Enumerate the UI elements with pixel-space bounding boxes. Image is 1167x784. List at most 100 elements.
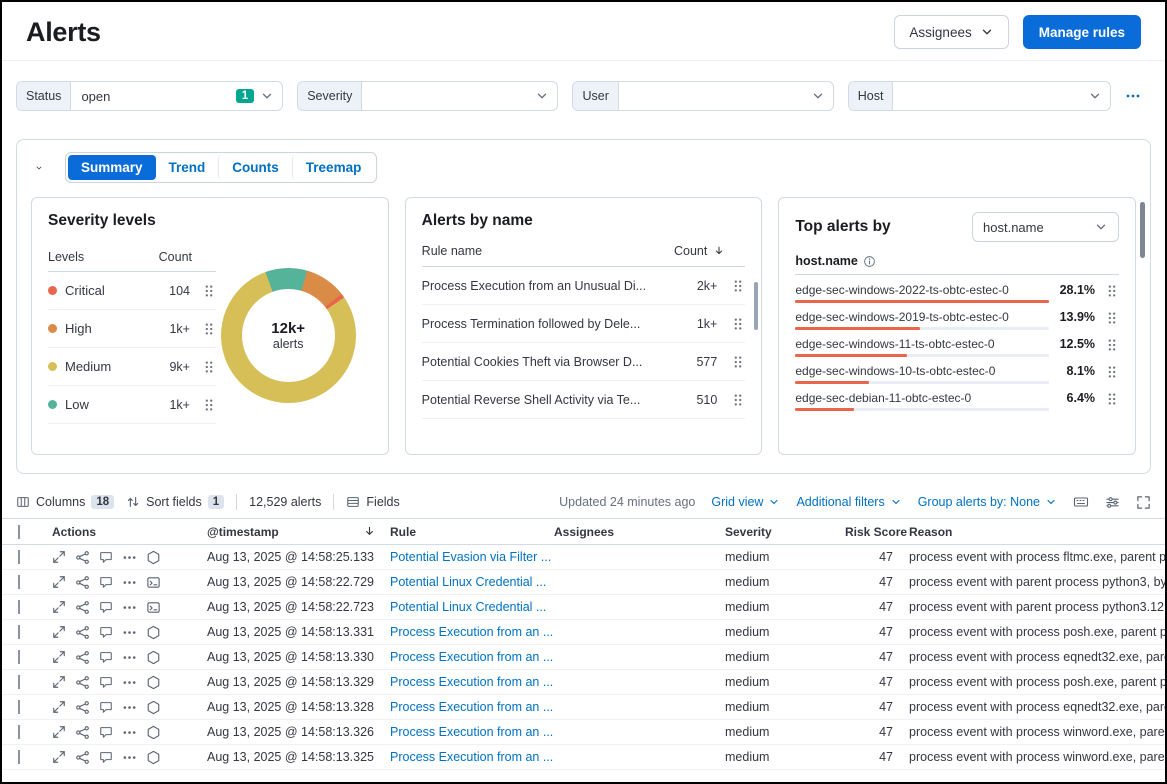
row-checkbox[interactable] (18, 725, 20, 739)
status-filter[interactable]: Status open 1 (16, 81, 283, 111)
fullscreen-button[interactable] (1136, 495, 1151, 510)
session-view-icon[interactable] (146, 600, 161, 615)
investigate-timeline-icon[interactable] (99, 625, 113, 639)
investigate-timeline-icon[interactable] (99, 600, 113, 614)
assignees-button[interactable]: Assignees (894, 15, 1008, 49)
tab-trend[interactable]: Trend (156, 155, 219, 180)
header-severity[interactable]: Severity (725, 525, 845, 539)
alert-rule-link[interactable]: Process Execution from an ... (390, 700, 553, 714)
alert-reason-shield-icon[interactable] (146, 750, 161, 765)
row-actions-kebab-icon[interactable] (202, 398, 216, 412)
analyze-event-icon[interactable] (75, 675, 90, 690)
row-actions-kebab-icon[interactable] (1105, 392, 1119, 406)
row-actions-kebab-icon[interactable] (1105, 284, 1119, 298)
row-actions-kebab-icon[interactable] (202, 322, 216, 336)
alert-rule-link[interactable]: Process Execution from an ... (390, 650, 553, 664)
header-reason[interactable]: Reason (909, 525, 1165, 539)
investigate-timeline-icon[interactable] (99, 575, 113, 589)
user-filter[interactable]: User (572, 81, 833, 111)
alert-reason-shield-icon[interactable] (146, 725, 161, 740)
row-checkbox[interactable] (18, 625, 20, 639)
alert-rule-link[interactable]: Process Execution from an ... (390, 725, 553, 739)
row-checkbox[interactable] (18, 650, 20, 664)
alert-reason-shield-icon[interactable] (146, 650, 161, 665)
alert-rule-link[interactable]: Process Execution from an ... (390, 750, 553, 764)
row-actions-kebab-icon[interactable] (731, 317, 745, 331)
alert-rule-link[interactable]: Potential Linux Credential ... (390, 575, 546, 589)
keyboard-shortcuts-button[interactable] (1073, 494, 1089, 510)
investigate-timeline-icon[interactable] (99, 650, 113, 664)
investigate-timeline-icon[interactable] (99, 675, 113, 689)
more-actions-icon[interactable] (122, 625, 137, 640)
analyze-event-icon[interactable] (75, 700, 90, 715)
expand-alert-icon[interactable] (52, 600, 66, 614)
row-checkbox[interactable] (18, 575, 20, 589)
alert-reason-shield-icon[interactable] (146, 675, 161, 690)
header-timestamp[interactable]: @timestamp (207, 525, 390, 539)
more-actions-icon[interactable] (122, 725, 137, 740)
expand-alert-icon[interactable] (52, 550, 66, 564)
host-filter[interactable]: Host (848, 81, 1111, 111)
alert-rule-link[interactable]: Potential Linux Credential ... (390, 600, 546, 614)
analyze-event-icon[interactable] (75, 750, 90, 765)
row-actions-kebab-icon[interactable] (731, 393, 745, 407)
tab-summary[interactable]: Summary (68, 155, 156, 180)
more-actions-icon[interactable] (122, 650, 137, 665)
top-alerts-field-select[interactable]: host.name (972, 212, 1119, 242)
severity-filter[interactable]: Severity (297, 81, 558, 111)
collapse-charts-chevron-icon[interactable] (31, 160, 47, 176)
analyze-event-icon[interactable] (75, 650, 90, 665)
alert-rule-link[interactable]: Process Execution from an ... (390, 625, 553, 639)
alert-reason-shield-icon[interactable] (146, 625, 161, 640)
investigate-timeline-icon[interactable] (99, 700, 113, 714)
analyze-event-icon[interactable] (75, 550, 90, 565)
alert-reason-shield-icon[interactable] (146, 550, 161, 565)
investigate-timeline-icon[interactable] (99, 750, 113, 764)
header-rule[interactable]: Rule (390, 525, 554, 539)
expand-alert-icon[interactable] (52, 650, 66, 664)
header-risk-score[interactable]: Risk Score (845, 525, 909, 539)
charts-scrollbar-thumb[interactable] (1140, 202, 1145, 258)
more-actions-icon[interactable] (122, 700, 137, 715)
investigate-timeline-icon[interactable] (99, 550, 113, 564)
row-actions-kebab-icon[interactable] (1105, 311, 1119, 325)
more-filters-icon[interactable] (1125, 88, 1141, 104)
more-actions-icon[interactable] (122, 750, 137, 765)
expand-alert-icon[interactable] (52, 700, 66, 714)
row-actions-kebab-icon[interactable] (202, 360, 216, 374)
header-assignees[interactable]: Assignees (554, 525, 725, 539)
expand-alert-icon[interactable] (52, 675, 66, 689)
row-actions-kebab-icon[interactable] (1105, 365, 1119, 379)
analyze-event-icon[interactable] (75, 725, 90, 740)
expand-alert-icon[interactable] (52, 725, 66, 739)
grid-view-button[interactable]: Grid view (711, 495, 780, 509)
sort-descending-icon[interactable] (713, 245, 725, 257)
more-actions-icon[interactable] (122, 675, 137, 690)
alert-rule-link[interactable]: Process Execution from an ... (390, 675, 553, 689)
expand-alert-icon[interactable] (52, 750, 66, 764)
columns-button[interactable]: Columns 18 (16, 495, 114, 509)
alert-rule-link[interactable]: Potential Evasion via Filter ... (390, 550, 551, 564)
investigate-timeline-icon[interactable] (99, 725, 113, 739)
select-all-checkbox[interactable] (18, 525, 20, 539)
col-count[interactable]: Count (674, 244, 707, 258)
tab-counts[interactable]: Counts (218, 155, 292, 180)
row-checkbox[interactable] (18, 600, 20, 614)
analyze-event-icon[interactable] (75, 600, 90, 615)
tab-treemap[interactable]: Treemap (292, 155, 375, 180)
expand-alert-icon[interactable] (52, 575, 66, 589)
session-view-icon[interactable] (146, 575, 161, 590)
more-actions-icon[interactable] (122, 550, 137, 565)
sort-fields-button[interactable]: Sort fields 1 (126, 495, 224, 509)
row-actions-kebab-icon[interactable] (202, 284, 216, 298)
row-actions-kebab-icon[interactable] (731, 279, 745, 293)
row-checkbox[interactable] (18, 550, 20, 564)
row-checkbox[interactable] (18, 700, 20, 714)
analyze-event-icon[interactable] (75, 575, 90, 590)
row-actions-kebab-icon[interactable] (731, 355, 745, 369)
additional-filters-button[interactable]: Additional filters (796, 495, 901, 509)
alert-reason-shield-icon[interactable] (146, 700, 161, 715)
analyze-event-icon[interactable] (75, 625, 90, 640)
row-actions-kebab-icon[interactable] (1105, 338, 1119, 352)
manage-rules-button[interactable]: Manage rules (1023, 15, 1141, 49)
